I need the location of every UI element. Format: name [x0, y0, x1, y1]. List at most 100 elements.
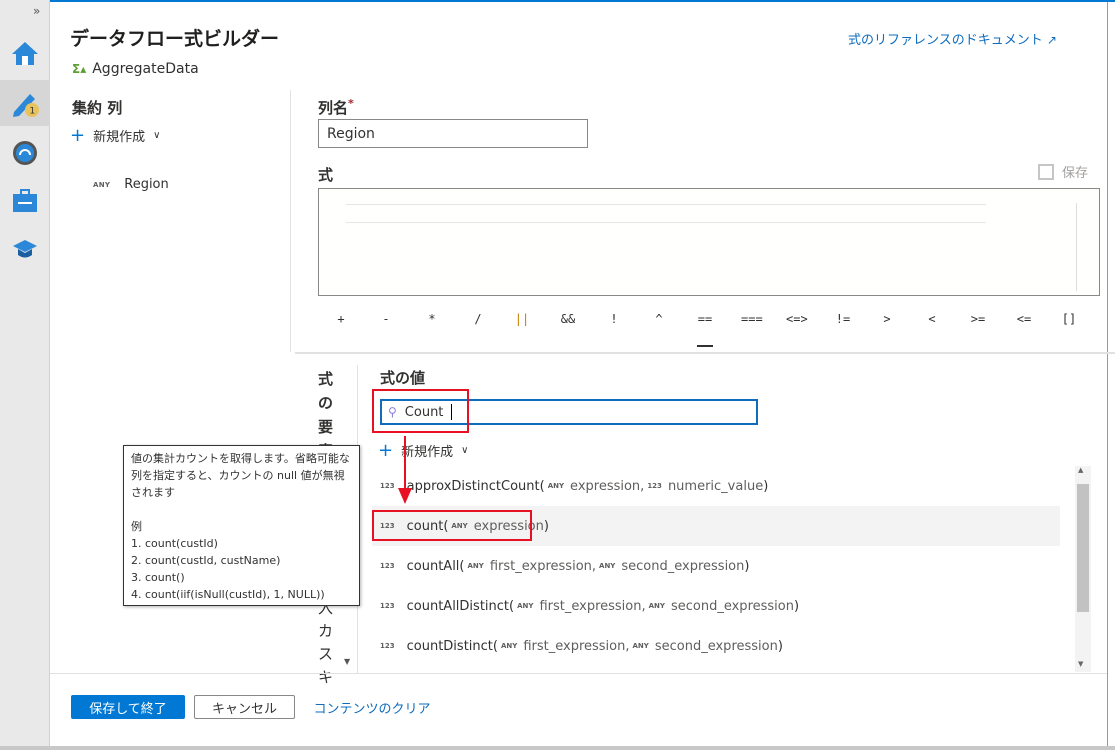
aggregate-columns-heading: 集約 列 — [72, 99, 123, 117]
new-element-button[interactable]: + 新規作成 ∨ — [378, 440, 468, 461]
clear-contents-link[interactable]: コンテンツのクリア — [307, 695, 437, 719]
count-highlight-box — [372, 510, 532, 541]
operator-button[interactable]: >= — [968, 312, 988, 326]
scrollbar-thumb[interactable] — [1077, 484, 1089, 612]
tab-char: ス — [318, 645, 334, 663]
red-arrow-annotation — [398, 436, 412, 504]
operator-button[interactable]: > — [877, 312, 897, 326]
section-divider — [295, 352, 1115, 354]
operator-scroll-indicator — [697, 345, 713, 347]
arg-separator: , — [641, 598, 646, 614]
editor-current-line — [346, 204, 986, 223]
scroll-up-icon[interactable]: ▲ — [1078, 466, 1083, 474]
doc-link-label: 式のリファレンスのドキュメント — [848, 33, 1043, 48]
function-item-countDistinct[interactable]: 123 countDistinct(ANY first_expression , A… — [372, 626, 1060, 666]
tab-char: 式 — [318, 370, 334, 388]
function-tooltip: 値の集計カウントを取得します。省略可能な列を指定すると、カウントの null 値… — [123, 445, 360, 606]
operator-button[interactable]: + — [331, 312, 351, 326]
function-item-countAll[interactable]: 123 countAll(ANY first_expression , ANY sec… — [372, 546, 1060, 586]
function-list-scrollbar[interactable]: ▲ ▼ — [1075, 466, 1091, 672]
save-expression-button[interactable]: 保存 — [1038, 162, 1088, 181]
column-item[interactable]: ANY Region — [93, 177, 169, 192]
save-label: 保存 — [1062, 166, 1089, 181]
operator-button[interactable]: ^ — [649, 312, 669, 326]
tab-char: カ — [318, 622, 334, 640]
new-column-button[interactable]: + 新規作成 ∨ — [70, 125, 160, 146]
cancel-button[interactable]: キャンセル — [194, 695, 295, 719]
new-label: 新規作成 — [93, 130, 146, 145]
arg-name: second_expression — [670, 598, 794, 614]
arg-name: numeric_value — [667, 478, 764, 494]
aggregate-sigma-icon: Σ▴ — [72, 62, 87, 76]
editor-scrollbar[interactable] — [1076, 203, 1077, 291]
column-name-label: 列名* — [318, 97, 354, 118]
expression-reference-doc-link[interactable]: 式のリファレンスのドキュメント ↗ — [848, 29, 1057, 48]
arg-type-badge: ANY — [467, 562, 484, 570]
chevron-down-icon: ∨ — [153, 130, 161, 141]
paren: ) — [744, 558, 750, 574]
expression-values-heading: 式の値 — [380, 369, 426, 387]
arg-name: first_expression — [489, 558, 592, 574]
tooltip-example: 4. count(iif(isNull(custId), 1, NULL)) — [131, 588, 325, 601]
monitor-gauge-icon[interactable] — [0, 130, 50, 176]
paren: ( — [509, 598, 515, 614]
operator-button[interactable]: != — [833, 312, 853, 326]
required-mark: * — [348, 97, 354, 110]
save-disk-icon — [1038, 163, 1054, 180]
column-name-label-text: 列名 — [318, 99, 349, 117]
operator-button[interactable]: <=> — [786, 312, 808, 326]
operator-button[interactable]: === — [741, 312, 763, 326]
paren: ) — [763, 478, 769, 494]
arg-separator: , — [591, 558, 597, 574]
tooltip-example-label: 例 — [131, 520, 142, 533]
function-item-countAllDistinct[interactable]: 123 countAllDistinct(ANY first_expression … — [372, 586, 1060, 626]
arg-type-badge: ANY — [517, 602, 534, 610]
arg-name: expression — [570, 478, 641, 494]
paren: ( — [539, 478, 545, 494]
function-name: approxDistinctCount — [406, 478, 540, 494]
operator-button[interactable]: <= — [1014, 312, 1034, 326]
tab-char: の — [318, 394, 334, 412]
column-name: Region — [124, 177, 169, 192]
learn-cap-icon[interactable] — [0, 226, 50, 272]
operator-button[interactable]: || — [512, 312, 532, 326]
manage-toolbox-icon[interactable] — [0, 178, 50, 224]
operator-button[interactable]: * — [422, 312, 442, 326]
operator-button[interactable]: [] — [1059, 312, 1079, 326]
operator-button[interactable]: < — [922, 312, 942, 326]
operator-button[interactable]: == — [695, 312, 715, 326]
expression-editor[interactable] — [318, 188, 1100, 296]
arg-name: first_expression — [523, 638, 626, 654]
arg-name: second_expression — [621, 558, 745, 574]
return-type-badge: 123 — [380, 482, 395, 490]
arg-separator: , — [625, 638, 630, 654]
operator-button[interactable]: - — [376, 312, 396, 326]
arg-name: first_expression — [539, 598, 642, 614]
tooltip-example: 1. count(custId) — [131, 537, 218, 550]
chevron-down-icon: ∨ — [461, 445, 469, 456]
arg-type-badge: ANY — [599, 562, 616, 570]
operator-button[interactable]: ! — [604, 312, 624, 326]
scroll-down-icon[interactable]: ▼ — [344, 657, 350, 666]
scroll-down-icon[interactable]: ▼ — [1078, 660, 1083, 668]
return-type-badge: 123 — [380, 602, 395, 610]
external-link-icon: ↗ — [1046, 33, 1057, 47]
column-name-input[interactable] — [318, 119, 588, 148]
home-icon[interactable] — [0, 30, 50, 76]
author-pencil-icon[interactable]: 1 — [0, 80, 50, 126]
paren: ( — [492, 638, 498, 654]
transform-name: Σ▴ AggregateData — [72, 61, 199, 77]
plus-icon: + — [378, 440, 394, 461]
arg-type-badge: ANY — [500, 642, 518, 650]
tab-input-schema[interactable]: 入カスキ — [318, 597, 333, 689]
paren: ) — [777, 638, 783, 654]
arg-type-badge: ANY — [632, 642, 649, 650]
arg-type-badge: ANY — [547, 482, 565, 490]
operator-button[interactable]: / — [468, 312, 488, 326]
function-item-approxDistinctCount[interactable]: 123 approxDistinctCount(ANY expression , 1… — [372, 466, 1060, 506]
save-and-finish-button[interactable]: 保存して終了 — [71, 695, 185, 719]
search-highlight-box — [372, 389, 469, 433]
operator-button[interactable]: && — [558, 312, 578, 326]
expand-icon[interactable]: » — [33, 4, 40, 18]
svg-text:1: 1 — [30, 107, 36, 117]
